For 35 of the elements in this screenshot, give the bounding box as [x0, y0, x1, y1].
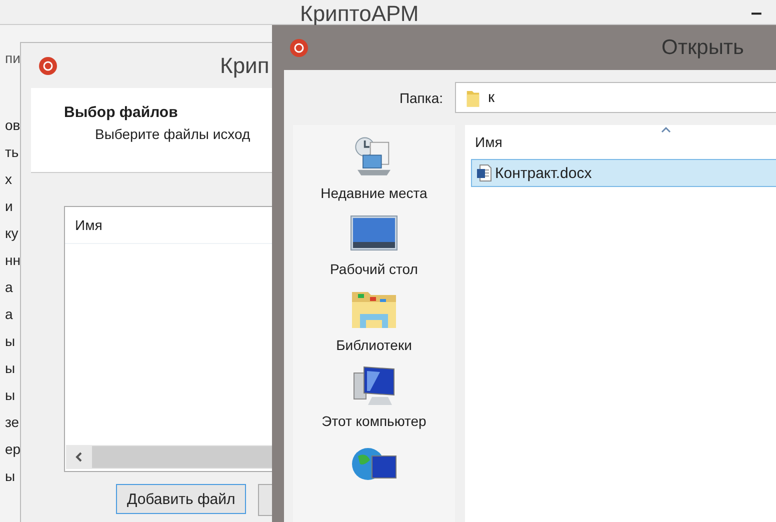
sidebar-text: пи [5, 49, 20, 68]
sidebar-text: нн [5, 251, 20, 270]
sidebar-text: ы [5, 359, 16, 378]
app-logo-icon [38, 56, 58, 76]
sidebar-text: ы [5, 386, 16, 405]
sidebar-text: зе [5, 413, 20, 432]
minimize-button[interactable]: – [750, 6, 762, 20]
sidebar-text: ы [5, 467, 16, 486]
sidebar-text: ы [5, 332, 16, 351]
scroll-left-icon[interactable] [74, 452, 84, 462]
step-description: Выберите файлы исход [95, 126, 252, 142]
folder-label: Папка: [398, 90, 444, 106]
sidebar-text: ов [5, 116, 20, 135]
sidebar-text: ку [5, 224, 18, 243]
column-header[interactable]: Имя [75, 217, 102, 233]
folder-dropdown[interactable]: к [455, 82, 776, 113]
file-row[interactable]: Контракт.docx [471, 159, 776, 187]
place-label[interactable]: Недавние места [320, 185, 428, 201]
step-heading: Выбор файлов [64, 104, 179, 121]
sidebar-text: ть [5, 143, 19, 162]
window-title: Открыть [662, 36, 744, 60]
add-file-button[interactable]: Добавить файл [116, 484, 246, 514]
column-header[interactable]: Имя [475, 134, 502, 150]
sidebar-text: а [5, 278, 13, 297]
place-label[interactable]: Этот компьютер [322, 413, 426, 429]
sidebar-text: и [5, 197, 13, 216]
sidebar-text: х [5, 170, 12, 189]
place-label[interactable]: Библиотеки [336, 337, 412, 353]
place-label[interactable]: Рабочий стол [330, 261, 418, 277]
window-title: Крип [220, 52, 270, 78]
app-logo-icon [289, 38, 309, 58]
window-title: КриптоАРМ [300, 4, 419, 24]
sidebar-text: ер [5, 440, 21, 459]
sidebar-text: а [5, 305, 13, 324]
word-document-icon [476, 164, 492, 182]
